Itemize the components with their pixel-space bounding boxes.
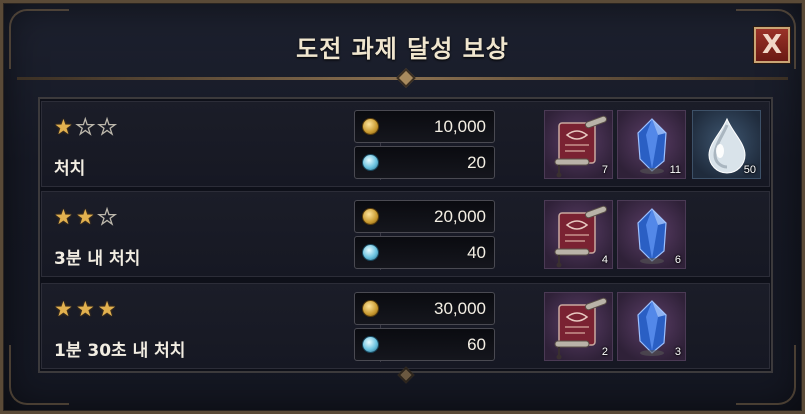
star-filled-icon: ★ <box>97 297 117 321</box>
gold-reward: 30,000 <box>354 292 495 325</box>
crystal-reward: 20 <box>354 146 495 179</box>
header-divider-ornament <box>396 68 416 88</box>
gold-coin-icon <box>362 208 379 225</box>
item-count: 4 <box>601 254 608 266</box>
star-empty-icon <box>76 116 95 138</box>
reward-item-slot[interactable]: 3 <box>617 292 686 361</box>
gold-reward: 10,000 <box>354 110 495 143</box>
gold-coin-icon <box>362 300 379 317</box>
close-button[interactable]: X <box>754 27 790 63</box>
star-empty-icon <box>98 206 117 228</box>
star-filled-icon: ★ <box>54 115 73 139</box>
star-filled-icon: ★ <box>75 297 95 321</box>
reward-item-slot[interactable]: 11 <box>617 110 686 179</box>
reward-item-slot[interactable]: 7 <box>544 110 613 179</box>
crystal-reward: 60 <box>354 328 495 361</box>
gold-reward: 20,000 <box>354 200 495 233</box>
star-rating: ★ <box>54 116 116 138</box>
crystal-amount: 60 <box>467 335 486 354</box>
gold-coin-icon <box>362 118 379 135</box>
item-count: 11 <box>669 164 681 176</box>
gold-amount: 30,000 <box>434 299 486 318</box>
reward-item-slot[interactable]: 2 <box>544 292 613 361</box>
condition-label: 3분 내 처치 <box>54 249 141 269</box>
star-rating: ★ ★ ★ <box>54 298 116 320</box>
crystal-reward: 40 <box>354 236 495 269</box>
dialog-header: 도전 과제 달성 보상 <box>3 3 802 88</box>
crystal-coin-icon <box>362 154 379 171</box>
reward-item-slot[interactable]: 50 <box>692 110 761 179</box>
star-filled-icon: ★ <box>54 205 73 229</box>
item-count: 6 <box>674 254 681 266</box>
condition-label: 처치 <box>54 159 86 179</box>
crystal-coin-icon <box>362 244 379 261</box>
item-count: 3 <box>674 346 681 358</box>
crystal-amount: 40 <box>467 243 486 262</box>
gold-amount: 20,000 <box>434 207 486 226</box>
item-count: 50 <box>743 164 756 176</box>
star-filled-icon: ★ <box>75 205 95 229</box>
star-empty-icon <box>98 116 117 138</box>
crystal-amount: 20 <box>467 153 486 172</box>
star-filled-icon: ★ <box>54 297 73 321</box>
item-count: 7 <box>601 164 608 176</box>
condition-label: 1분 30초 내 처치 <box>54 341 186 361</box>
reward-dialog: 도전 과제 달성 보상 X ★처치10,00020 7 11 50★★3분 내 … <box>0 0 805 414</box>
dialog-title: 도전 과제 달성 보상 <box>296 35 509 63</box>
reward-item-slot[interactable]: 6 <box>617 200 686 269</box>
gold-amount: 10,000 <box>434 117 486 136</box>
item-count: 2 <box>601 346 608 358</box>
crystal-coin-icon <box>362 336 379 353</box>
reward-item-slot[interactable]: 4 <box>544 200 613 269</box>
star-rating: ★ ★ <box>54 206 116 228</box>
